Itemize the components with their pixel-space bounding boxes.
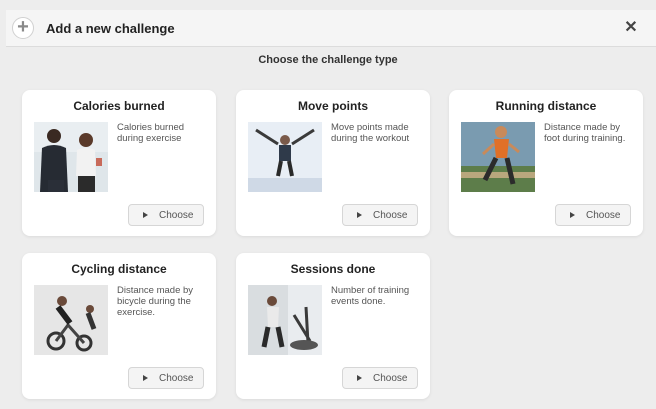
challenge-card-cycling: Cycling distance Distance made by bicycl…	[22, 253, 216, 399]
choose-button-running[interactable]: Choose	[555, 204, 631, 226]
running-photo	[461, 122, 535, 192]
choose-label: Choose	[586, 210, 621, 221]
play-icon	[570, 212, 575, 218]
challenge-card-running: Running distance Distance made by foot d…	[449, 90, 643, 236]
move-points-photo	[248, 122, 322, 192]
plus-icon: +	[12, 17, 34, 39]
play-icon	[357, 375, 362, 381]
choose-label: Choose	[373, 373, 408, 384]
calories-photo	[34, 122, 108, 192]
dialog-title: Add a new challenge	[46, 21, 175, 36]
card-title: Move points	[297, 99, 368, 113]
dialog-subtitle: Choose the challenge type	[258, 54, 398, 66]
choose-button-move-points[interactable]: Choose	[342, 204, 418, 226]
dialog-header: + Add a new challenge ✕	[6, 10, 656, 47]
add-challenge-dialog: + Add a new challenge ✕ Choose the chall…	[0, 0, 656, 409]
card-description: Number of training events done.	[331, 285, 410, 307]
card-description: Distance made by bicycle during the exer…	[117, 285, 194, 318]
choose-button-sessions[interactable]: Choose	[342, 367, 418, 389]
play-icon	[143, 375, 148, 381]
card-title: Cycling distance	[71, 262, 167, 276]
challenge-card-sessions: Sessions done Number of training events …	[236, 253, 430, 399]
play-icon	[357, 212, 362, 218]
sessions-photo	[248, 285, 322, 355]
card-title: Sessions done	[290, 262, 376, 276]
play-icon	[143, 212, 148, 218]
card-title: Calories burned	[73, 99, 165, 113]
choose-button-cycling[interactable]: Choose	[128, 367, 204, 389]
challenge-card-calories: Calories burned Calories burned during e…	[22, 90, 216, 236]
choose-button-calories[interactable]: Choose	[128, 204, 204, 226]
cycling-photo	[34, 285, 108, 355]
close-icon[interactable]: ✕	[622, 19, 640, 37]
choose-label: Choose	[159, 373, 194, 384]
card-description: Move points made during the workout	[331, 122, 410, 144]
card-title: Running distance	[495, 99, 597, 113]
choose-label: Choose	[373, 210, 408, 221]
challenge-card-move-points: Move points Move points made during the …	[236, 90, 430, 236]
card-description: Calories burned during exercise	[117, 122, 185, 144]
card-description: Distance made by foot during training.	[544, 122, 626, 144]
choose-label: Choose	[159, 210, 194, 221]
